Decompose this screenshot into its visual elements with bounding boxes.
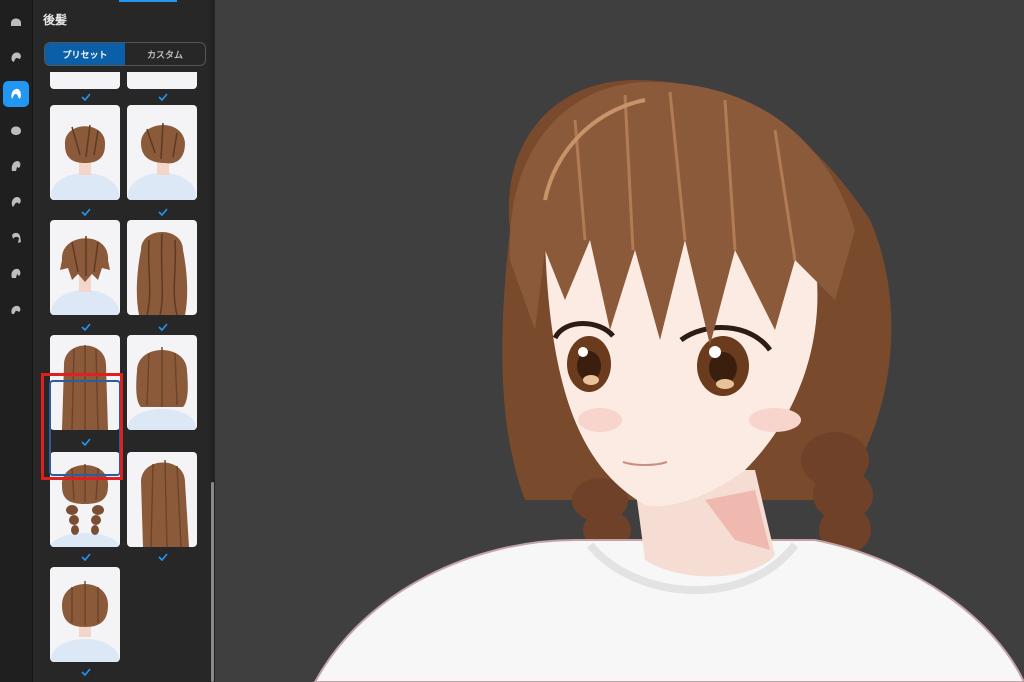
preset-short-back[interactable] <box>50 105 120 200</box>
preset-thumbnail[interactable] <box>50 72 120 89</box>
preset-grid <box>33 72 215 682</box>
check-icon <box>158 208 168 216</box>
top-accent-bar <box>119 0 177 2</box>
preset-bob[interactable] <box>127 335 197 430</box>
preset-short-bob[interactable] <box>50 567 120 662</box>
check-icon <box>81 553 91 561</box>
check-icon <box>81 668 91 676</box>
hair-icon-5[interactable] <box>3 153 29 179</box>
hair-icon-9[interactable] <box>3 297 29 323</box>
hair-icon-4[interactable] <box>3 117 29 143</box>
front-hair-icon[interactable] <box>3 44 29 70</box>
check-icon <box>81 438 91 446</box>
preset-long-wavy[interactable] <box>127 220 197 315</box>
hair-panel: 後髪 プリセット カスタム <box>33 0 215 682</box>
check-icon <box>158 553 168 561</box>
check-icon <box>81 323 91 331</box>
preset-short-side[interactable] <box>127 105 197 200</box>
preset-long-side[interactable] <box>127 452 197 547</box>
hair-icon-8[interactable] <box>3 261 29 287</box>
check-icon <box>81 208 91 216</box>
tab-custom[interactable]: カスタム <box>125 43 205 65</box>
preset-custom-toggle: プリセット カスタム <box>44 42 206 66</box>
avatar-preview <box>313 80 1024 682</box>
preset-thumbnail[interactable] <box>127 72 197 89</box>
back-hair-icon[interactable] <box>3 81 29 107</box>
head-icon[interactable] <box>3 8 29 34</box>
check-icon <box>158 93 168 101</box>
preset-messy-short[interactable] <box>50 220 120 315</box>
hair-icon-6[interactable] <box>3 189 29 215</box>
scrollbar-thumb[interactable] <box>211 482 214 682</box>
panel-title: 後髪 <box>43 13 68 27</box>
preset-long-straight[interactable] <box>50 335 120 430</box>
tab-preset[interactable]: プリセット <box>45 43 125 65</box>
check-icon <box>158 323 168 331</box>
preset-twin-braids[interactable] <box>50 452 120 547</box>
avatar-preview-viewport[interactable] <box>215 0 1024 682</box>
category-rail <box>0 0 33 682</box>
hair-icon-7[interactable] <box>3 225 29 251</box>
check-icon <box>81 93 91 101</box>
